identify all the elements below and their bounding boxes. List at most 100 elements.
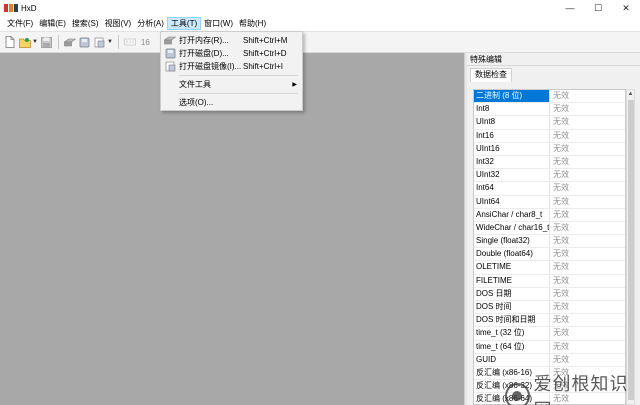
- inspector-type-name: AnsiChar / char8_t: [474, 208, 550, 221]
- toolbar-separator: [57, 35, 59, 49]
- bytes-per-row-value[interactable]: 16: [141, 38, 150, 47]
- window-title: HxD: [21, 3, 37, 13]
- inspector-type-name: DOS 日期: [474, 287, 550, 300]
- inspector-type-value[interactable]: 无效: [550, 196, 625, 208]
- inspector-type-value[interactable]: 无效: [550, 116, 625, 128]
- menu-item-open-disk[interactable]: 打开磁盘(D)... Shift+Ctrl+D: [161, 47, 302, 60]
- menu-help[interactable]: 帮助(H): [236, 17, 269, 30]
- window-controls: — ☐ ✕: [556, 0, 640, 16]
- inspector-type-value[interactable]: 无效: [550, 222, 625, 234]
- inspector-type-value[interactable]: 无效: [550, 341, 625, 353]
- inspector-row[interactable]: OLETIME 无效: [474, 261, 625, 275]
- tools-menu: 打开内存(R)... Shift+Ctrl+M 打开磁盘(D)... Shift…: [160, 31, 303, 111]
- inspector-row[interactable]: DOS 时间和日期 无效: [474, 314, 625, 328]
- inspector-type-name: Int16: [474, 129, 550, 142]
- inspector-type-name: FILETIME: [474, 274, 550, 287]
- inspector-type-value[interactable]: 无效: [550, 288, 625, 300]
- inspector-row[interactable]: UInt8 无效: [474, 116, 625, 130]
- new-file-icon[interactable]: [4, 36, 16, 48]
- inspector-type-value[interactable]: 无效: [550, 248, 625, 260]
- inspector-row[interactable]: DOS 日期 无效: [474, 287, 625, 301]
- inspector-row[interactable]: Single (float32) 无效: [474, 235, 625, 249]
- inspector-type-value[interactable]: 无效: [550, 235, 625, 247]
- inspector-row[interactable]: time_t (32 位) 无效: [474, 327, 625, 341]
- tab-data-inspector[interactable]: 数据检查: [470, 68, 512, 82]
- menu-tools[interactable]: 工具(T): [166, 17, 202, 30]
- disk-icon[interactable]: [79, 36, 91, 48]
- watermark-text: 爱创根知识网: [533, 374, 629, 405]
- inspector-type-value[interactable]: 无效: [550, 90, 625, 102]
- disk-icon: [163, 47, 177, 60]
- save-icon[interactable]: [41, 36, 53, 48]
- inspector-type-value[interactable]: 无效: [550, 354, 625, 366]
- inspector-type-name: time_t (64 位): [474, 340, 550, 353]
- inspector-row[interactable]: Int16 无效: [474, 129, 625, 143]
- close-button[interactable]: ✕: [612, 0, 640, 16]
- disk-dropdown-icon[interactable]: ▼: [107, 39, 113, 45]
- inspector-type-name: UInt32: [474, 169, 550, 182]
- inspector-type-value[interactable]: 无效: [550, 156, 625, 168]
- grid-scrollbar[interactable]: ▲: [626, 89, 635, 405]
- inspector-row[interactable]: UInt64 无效: [474, 195, 625, 209]
- menu-window[interactable]: 窗口(W): [201, 17, 236, 30]
- inspector-type-value[interactable]: 无效: [550, 301, 625, 313]
- inspector-row[interactable]: 二进制 (8 位) 无效: [474, 90, 625, 104]
- inspector-type-value[interactable]: 无效: [550, 327, 625, 339]
- inspector-row[interactable]: Int32 无效: [474, 155, 625, 170]
- menu-item-open-ram[interactable]: 打开内存(R)... Shift+Ctrl+M: [161, 34, 302, 47]
- inspector-row[interactable]: AnsiChar / char8_t 无效: [474, 208, 625, 222]
- menu-edit[interactable]: 编辑(E): [36, 17, 69, 30]
- menu-file[interactable]: 文件(F): [4, 17, 36, 30]
- minimize-button[interactable]: —: [556, 0, 584, 16]
- inspector-row[interactable]: FILETIME 无效: [474, 274, 625, 288]
- menu-item-file-tools[interactable]: 文件工具 ▶: [161, 78, 302, 91]
- inspector-type-name: OLETIME: [474, 261, 550, 274]
- inspector-type-name: time_t (32 位): [474, 327, 550, 340]
- inspector-type-value[interactable]: 无效: [550, 103, 625, 115]
- title-bar: HxD — ☐ ✕: [0, 0, 640, 16]
- open-dropdown-icon[interactable]: ▼: [32, 39, 38, 45]
- inspector-type-name: UInt8: [474, 116, 550, 129]
- menu-separator: [179, 93, 298, 94]
- menu-item-shortcut: Shift+Ctrl+M: [243, 36, 288, 45]
- disk-image-icon: [163, 60, 177, 73]
- inspector-row[interactable]: DOS 时间 无效: [474, 301, 625, 315]
- menu-view[interactable]: 视图(V): [102, 17, 135, 30]
- inspector-row[interactable]: GUID 无效: [474, 353, 625, 367]
- inspector-type-value[interactable]: 无效: [550, 182, 625, 194]
- inspector-type-name: WideChar / char16_t: [474, 221, 550, 235]
- disk-image-icon[interactable]: [94, 36, 106, 48]
- ram-icon: [163, 34, 177, 47]
- open-folder-icon[interactable]: [19, 36, 31, 48]
- inspector-type-value[interactable]: 无效: [550, 314, 625, 326]
- menu-item-open-disk-image[interactable]: 打开磁盘镜像(I)... Shift+Ctrl+I: [161, 60, 302, 73]
- inspector-row[interactable]: Double (float64) 无效: [474, 248, 625, 262]
- inspector-row[interactable]: time_t (64 位) 无效: [474, 340, 625, 354]
- menu-item-label: 文件工具: [179, 80, 211, 89]
- menu-search[interactable]: 搜索(S): [69, 17, 102, 30]
- panel-title: 特殊编辑: [467, 53, 640, 66]
- ram-icon[interactable]: [63, 36, 76, 48]
- maximize-button[interactable]: ☐: [584, 0, 612, 16]
- inspector-type-value[interactable]: 无效: [550, 143, 625, 155]
- scroll-up-icon[interactable]: ▲: [627, 90, 634, 99]
- inspector-row[interactable]: Int64 无效: [474, 182, 625, 196]
- inspector-type-name: UInt16: [474, 142, 550, 155]
- inspector-row[interactable]: WideChar / char16_t 无效: [474, 221, 625, 236]
- inspector-type-value[interactable]: 无效: [550, 169, 625, 181]
- menu-separator: [179, 75, 298, 76]
- scroll-thumb[interactable]: [628, 100, 634, 400]
- inspector-type-name: Double (float64): [474, 248, 550, 261]
- menu-item-options[interactable]: 选项(O)...: [161, 96, 302, 109]
- inspector-type-value[interactable]: 无效: [550, 209, 625, 221]
- inspector-type-name: Int64: [474, 182, 550, 195]
- inspector-type-value[interactable]: 无效: [550, 261, 625, 273]
- inspector-row[interactable]: UInt32 无效: [474, 169, 625, 183]
- menu-item-shortcut: Shift+Ctrl+D: [243, 49, 287, 58]
- menu-analysis[interactable]: 分析(A): [134, 17, 167, 30]
- inspector-row[interactable]: Int8 无效: [474, 103, 625, 117]
- inspector-type-name: 二进制 (8 位): [474, 90, 550, 103]
- inspector-type-value[interactable]: 无效: [550, 130, 625, 142]
- inspector-row[interactable]: UInt16 无效: [474, 142, 625, 156]
- inspector-type-value[interactable]: 无效: [550, 275, 625, 287]
